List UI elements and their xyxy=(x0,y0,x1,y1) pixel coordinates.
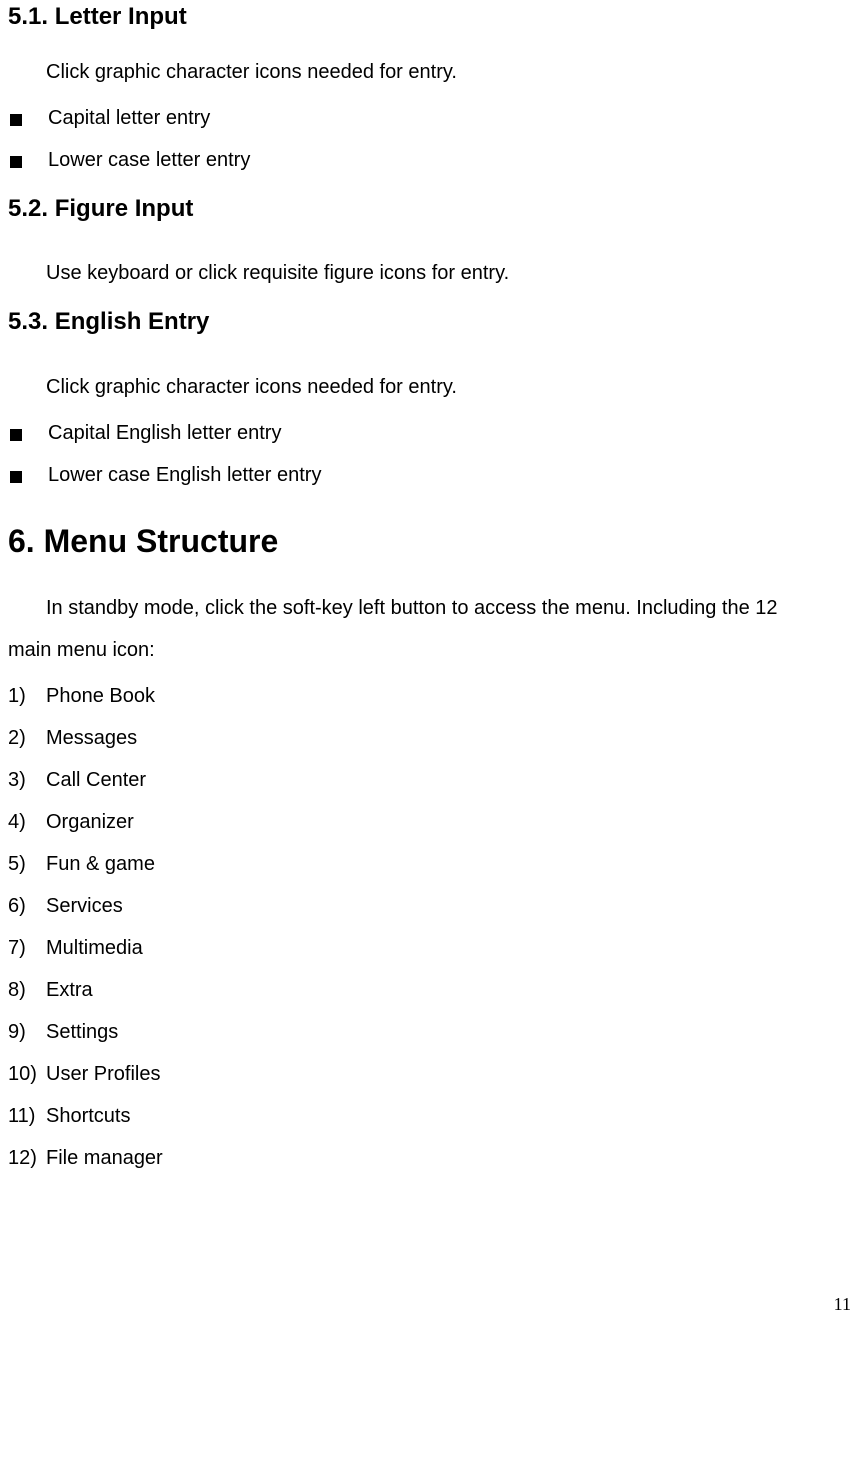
list-item-label: Services xyxy=(46,892,123,920)
list-item-label: Phone Book xyxy=(46,682,155,710)
list-item: Capital English letter entry xyxy=(8,419,855,447)
list-marker: 9) xyxy=(8,1018,46,1046)
list-item-label: Fun & game xyxy=(46,850,155,878)
list-marker: 4) xyxy=(8,808,46,836)
list-item: 5)Fun & game xyxy=(8,850,855,878)
list-marker: 11) xyxy=(8,1102,46,1130)
list-marker: 2) xyxy=(8,724,46,752)
list-marker: 7) xyxy=(8,934,46,962)
list-item: 8)Extra xyxy=(8,976,855,1004)
bullet-list-5-3: Capital English letter entry Lower case … xyxy=(8,419,855,489)
list-marker: 1) xyxy=(8,682,46,710)
heading-6: 6. Menu Structure xyxy=(8,519,855,564)
list-item-label: Capital letter entry xyxy=(48,104,210,132)
list-item-label: Lower case English letter entry xyxy=(48,461,321,489)
list-item: 1)Phone Book xyxy=(8,682,855,710)
heading-5-2: 5.2. Figure Input xyxy=(8,192,855,226)
list-item-label: Settings xyxy=(46,1018,118,1046)
list-item-label: File manager xyxy=(46,1144,163,1172)
list-marker: 6) xyxy=(8,892,46,920)
heading-5-1: 5.1. Letter Input xyxy=(8,0,855,34)
list-item: 12)File manager xyxy=(8,1144,855,1172)
list-marker: 5) xyxy=(8,850,46,878)
list-item: 2)Messages xyxy=(8,724,855,752)
list-item: Lower case English letter entry xyxy=(8,461,855,489)
square-bullet-icon xyxy=(10,114,22,126)
paragraph-6-intro-line1: In standby mode, click the soft-key left… xyxy=(8,594,855,622)
paragraph-5-2-intro: Use keyboard or click requisite figure i… xyxy=(8,259,855,287)
list-item-label: Shortcuts xyxy=(46,1102,130,1130)
list-item-label: Capital English letter entry xyxy=(48,419,281,447)
paragraph-5-3-intro: Click graphic character icons needed for… xyxy=(8,373,855,401)
list-item: 9)Settings xyxy=(8,1018,855,1046)
list-item: 10)User Profiles xyxy=(8,1060,855,1088)
paragraph-6-intro-line2: main menu icon: xyxy=(8,636,855,664)
list-item: 4)Organizer xyxy=(8,808,855,836)
square-bullet-icon xyxy=(10,156,22,168)
list-item-label: Lower case letter entry xyxy=(48,146,250,174)
page-content: 5.1. Letter Input Click graphic characte… xyxy=(0,0,863,1317)
list-item-label: Messages xyxy=(46,724,137,752)
page-number: 11 xyxy=(8,1292,855,1317)
list-item-label: Organizer xyxy=(46,808,134,836)
list-item: 6)Services xyxy=(8,892,855,920)
list-marker: 3) xyxy=(8,766,46,794)
list-item: Lower case letter entry xyxy=(8,146,855,174)
heading-5-3: 5.3. English Entry xyxy=(8,305,855,339)
list-item: 11)Shortcuts xyxy=(8,1102,855,1130)
list-item: 7)Multimedia xyxy=(8,934,855,962)
list-marker: 10) xyxy=(8,1060,46,1088)
paragraph-5-1-intro: Click graphic character icons needed for… xyxy=(8,58,855,86)
list-item-label: Call Center xyxy=(46,766,146,794)
numbered-list-6: 1)Phone Book 2)Messages 3)Call Center 4)… xyxy=(8,682,855,1172)
list-item-label: User Profiles xyxy=(46,1060,160,1088)
list-item: 3)Call Center xyxy=(8,766,855,794)
list-item: Capital letter entry xyxy=(8,104,855,132)
list-item-label: Multimedia xyxy=(46,934,143,962)
bullet-list-5-1: Capital letter entry Lower case letter e… xyxy=(8,104,855,174)
list-item-label: Extra xyxy=(46,976,93,1004)
list-marker: 12) xyxy=(8,1144,46,1172)
square-bullet-icon xyxy=(10,429,22,441)
square-bullet-icon xyxy=(10,471,22,483)
list-marker: 8) xyxy=(8,976,46,1004)
